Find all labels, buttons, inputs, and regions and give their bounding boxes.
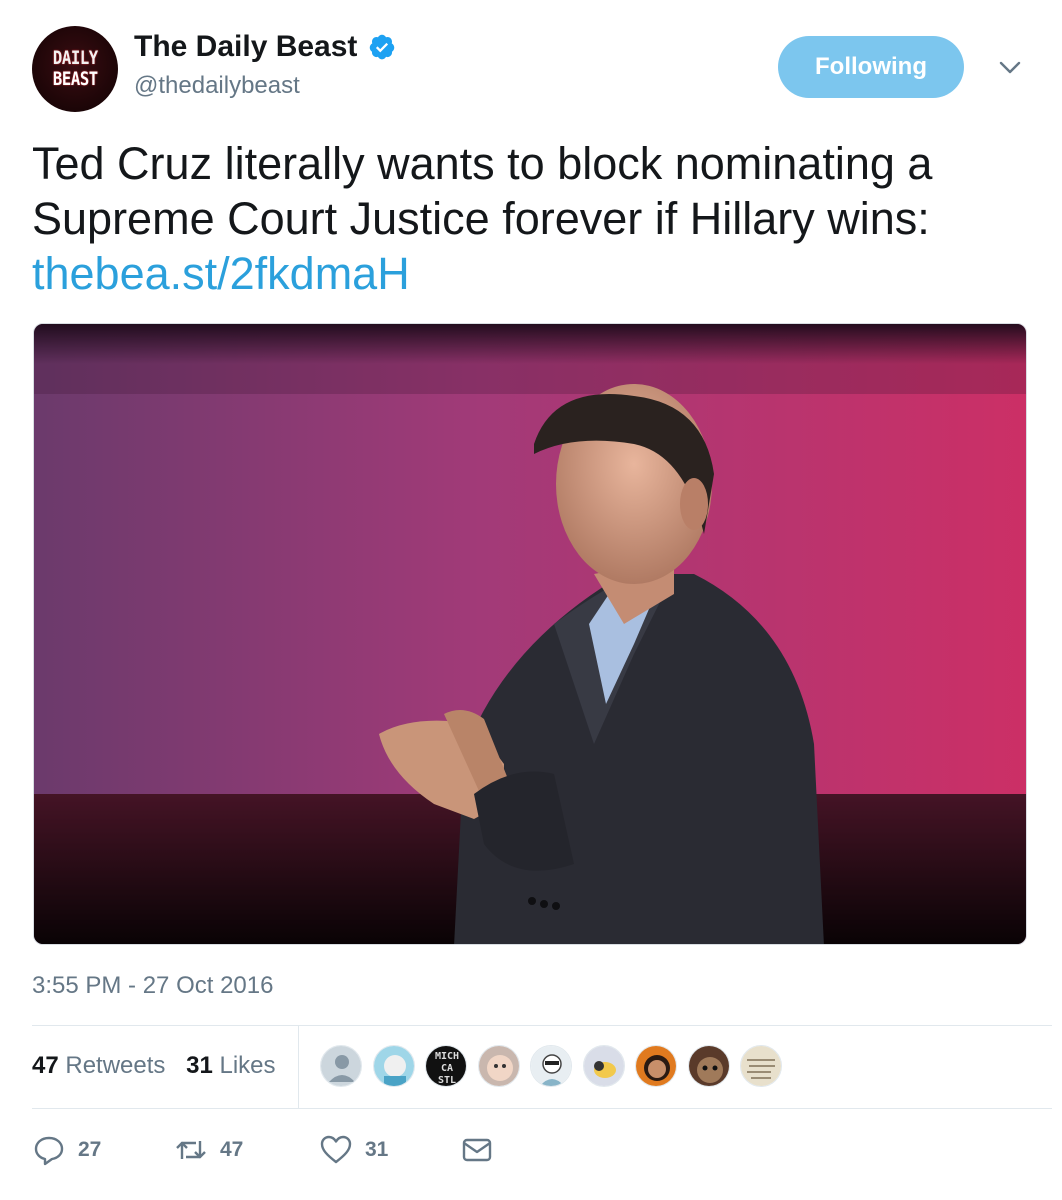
retweets-label: Retweets <box>65 1052 166 1079</box>
like-button[interactable]: 31 <box>319 1128 388 1172</box>
avatar-logo-line-2: BEAST <box>52 68 98 90</box>
account-handle[interactable]: @thedailybeast <box>134 72 396 100</box>
retweets-stat[interactable]: 47 Retweets <box>32 1052 165 1080</box>
display-name[interactable]: The Daily Beast <box>134 30 357 64</box>
verified-badge-icon <box>369 34 395 60</box>
liker-avatar-sketch[interactable] <box>530 1045 572 1087</box>
envelope-icon <box>462 1138 492 1162</box>
reply-button[interactable]: 27 <box>32 1128 101 1172</box>
likes-label: Likes <box>219 1052 276 1079</box>
retweet-count: 47 <box>220 1138 244 1161</box>
reply-icon <box>34 1136 64 1166</box>
tweet-text: Ted Cruz literally wants to block nomina… <box>32 136 1032 301</box>
avatar-logo-line-1: DAILY <box>52 47 98 69</box>
chevron-down-icon[interactable] <box>996 56 1024 80</box>
svg-text:CA: CA <box>441 1063 453 1074</box>
stats-divider <box>298 1026 299 1108</box>
liker-avatar-baby[interactable] <box>477 1045 520 1087</box>
following-button[interactable]: Following <box>778 36 964 98</box>
tweet-body: Ted Cruz literally wants to block nomina… <box>32 138 933 244</box>
divider-top <box>32 1025 1052 1026</box>
liker-avatar-cartoon[interactable] <box>372 1045 415 1087</box>
tweet-stats: 47 Retweets 31 Likes <box>32 1052 290 1080</box>
tweet-card: DAILY BEAST The Daily Beast @thedailybea… <box>0 0 1062 1200</box>
retweet-icon <box>176 1141 206 1159</box>
liker-avatars: MICH CA STL <box>320 1045 793 1089</box>
svg-text:STL: STL <box>438 1075 456 1086</box>
tweet-timestamp[interactable]: 3:55 PM - 27 Oct 2016 <box>32 972 273 1000</box>
direct-message-button[interactable] <box>460 1128 494 1172</box>
liker-avatar-default[interactable] <box>320 1045 362 1087</box>
liker-avatar-woman[interactable] <box>635 1045 677 1087</box>
svg-text:MICH: MICH <box>435 1051 459 1062</box>
liker-avatar-dog[interactable] <box>687 1045 730 1087</box>
likes-count: 31 <box>186 1052 213 1079</box>
liker-avatar-bird[interactable] <box>582 1045 625 1087</box>
account-avatar[interactable]: DAILY BEAST <box>32 26 118 112</box>
like-count: 31 <box>365 1138 389 1161</box>
retweets-count: 47 <box>32 1052 59 1079</box>
liker-avatar-handwriting[interactable] <box>740 1045 782 1087</box>
reply-count: 27 <box>78 1138 102 1161</box>
retweet-button[interactable]: 47 <box>174 1128 243 1172</box>
tweet-link[interactable]: thebea.st/2fkdmaH <box>32 246 1032 301</box>
liker-avatar-mich-ca-stl[interactable]: MICH CA STL <box>425 1045 467 1087</box>
heart-icon <box>320 1135 352 1164</box>
photo-illustration <box>34 324 1026 944</box>
tweet-photo[interactable] <box>33 323 1027 945</box>
divider-bottom <box>32 1108 1052 1109</box>
likes-stat[interactable]: 31 Likes <box>186 1052 275 1080</box>
account-name-block[interactable]: The Daily Beast @thedailybeast <box>134 30 396 100</box>
